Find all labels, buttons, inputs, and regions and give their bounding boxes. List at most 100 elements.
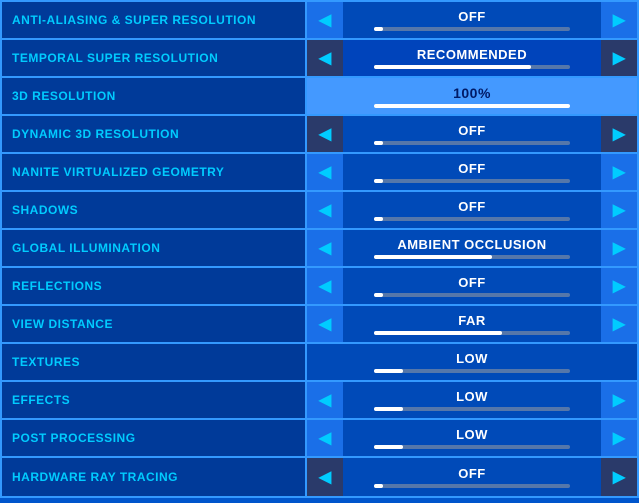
chevron-left-icon: ◀	[319, 124, 331, 144]
value-text-post-processing: LOW	[456, 427, 488, 442]
setting-label-global-illumination: GLOBAL ILLUMINATION	[2, 230, 307, 266]
arrow-right-hardware-ray-tracing[interactable]: ▶	[601, 458, 637, 496]
setting-control-nanite: ◀ OFF ▶	[307, 154, 637, 190]
chevron-right-icon: ▶	[613, 276, 625, 296]
value-area-3d-resolution: 100%	[343, 81, 601, 112]
value-text-dynamic-3d-resolution: OFF	[458, 123, 486, 138]
arrow-left-view-distance[interactable]: ◀	[307, 306, 343, 342]
arrow-left-shadows[interactable]: ◀	[307, 192, 343, 228]
chevron-left-icon: ◀	[319, 238, 331, 258]
setting-label-post-processing: POST PROCESSING	[2, 420, 307, 456]
setting-row-3d-resolution: 3D RESOLUTION 100%	[2, 78, 637, 116]
chevron-left-icon: ◀	[319, 428, 331, 448]
setting-row-post-processing: POST PROCESSING ◀ LOW ▶	[2, 420, 637, 458]
setting-control-dynamic-3d-resolution: ◀ OFF ▶	[307, 116, 637, 152]
arrow-left-hardware-ray-tracing[interactable]: ◀	[307, 458, 343, 496]
chevron-right-icon: ▶	[613, 314, 625, 334]
value-text-nanite: OFF	[458, 161, 486, 176]
chevron-left-icon: ◀	[319, 162, 331, 182]
value-bar-fill-textures	[374, 369, 404, 373]
setting-row-global-illumination: GLOBAL ILLUMINATION◀AMBIENT OCCLUSION▶	[2, 230, 637, 268]
value-bar-shadows	[374, 217, 571, 221]
arrow-left-global-illumination[interactable]: ◀	[307, 230, 343, 266]
arrow-right-dynamic-3d-resolution[interactable]: ▶	[601, 116, 637, 152]
arrow-right-anti-aliasing[interactable]: ▶	[601, 2, 637, 38]
setting-row-anti-aliasing: ANTI-ALIASING & SUPER RESOLUTION◀OFF▶	[2, 2, 637, 40]
chevron-right-icon: ▶	[613, 467, 625, 487]
chevron-right-icon: ▶	[613, 390, 625, 410]
arrow-left-dynamic-3d-resolution[interactable]: ◀	[307, 116, 343, 152]
value-area-reflections: OFF	[343, 271, 601, 301]
value-area-textures: LOW	[343, 347, 601, 377]
value-text-view-distance: FAR	[458, 313, 486, 328]
arrow-right-view-distance[interactable]: ▶	[601, 306, 637, 342]
value-area-effects: LOW	[343, 385, 601, 415]
arrow-right-nanite[interactable]: ▶	[601, 154, 637, 190]
setting-label-effects: EFFECTS	[2, 382, 307, 418]
value-bar-fill-effects	[374, 407, 404, 411]
arrow-right-global-illumination[interactable]: ▶	[601, 230, 637, 266]
arrow-left-anti-aliasing[interactable]: ◀	[307, 2, 343, 38]
arrow-right-effects[interactable]: ▶	[601, 382, 637, 418]
setting-label-textures: TEXTURES	[2, 344, 307, 380]
chevron-left-icon: ◀	[319, 467, 331, 487]
arrow-right-post-processing[interactable]: ▶	[601, 420, 637, 456]
setting-row-effects: EFFECTS ◀ LOW ▶	[2, 382, 637, 420]
setting-label-shadows: SHADOWS	[2, 192, 307, 228]
setting-control-textures: LOW	[307, 344, 637, 380]
arrow-right-temporal-super-resolution[interactable]: ▶	[601, 40, 637, 76]
arrow-left-nanite[interactable]: ◀	[307, 154, 343, 190]
value-bar-anti-aliasing	[374, 27, 571, 31]
setting-control-anti-aliasing: ◀OFF▶	[307, 2, 637, 38]
setting-control-shadows: ◀ OFF ▶	[307, 192, 637, 228]
value-bar-fill-view-distance	[374, 331, 502, 335]
setting-label-hardware-ray-tracing: HARDWARE RAY TRACING	[2, 458, 307, 496]
value-bar-fill-shadows	[374, 217, 384, 221]
value-bar-nanite	[374, 179, 571, 183]
setting-row-shadows: SHADOWS◀ OFF ▶	[2, 192, 637, 230]
value-bar-fill-reflections	[374, 293, 384, 297]
setting-control-3d-resolution: 100%	[307, 78, 637, 114]
value-bar-fill-hardware-ray-tracing	[374, 484, 384, 488]
setting-control-global-illumination: ◀AMBIENT OCCLUSION▶	[307, 230, 637, 266]
arrow-right-shadows[interactable]: ▶	[601, 192, 637, 228]
arrow-right-reflections[interactable]: ▶	[601, 268, 637, 304]
value-bar-post-processing	[374, 445, 571, 449]
setting-row-temporal-super-resolution: TEMPORAL SUPER RESOLUTION ◀ RECOMMENDED ▶	[2, 40, 637, 78]
chevron-right-icon: ▶	[613, 48, 625, 68]
value-text-reflections: OFF	[458, 275, 486, 290]
arrow-left-reflections[interactable]: ◀	[307, 268, 343, 304]
setting-control-hardware-ray-tracing: ◀ OFF ▶	[307, 458, 637, 496]
value-text-shadows: OFF	[458, 199, 486, 214]
arrow-left-effects[interactable]: ◀	[307, 382, 343, 418]
setting-label-3d-resolution: 3D RESOLUTION	[2, 78, 307, 114]
value-area-anti-aliasing: OFF	[343, 5, 601, 35]
value-bar-fill-temporal-super-resolution	[374, 65, 531, 69]
setting-control-temporal-super-resolution: ◀ RECOMMENDED ▶	[307, 40, 637, 76]
value-bar-view-distance	[374, 331, 571, 335]
chevron-right-icon: ▶	[613, 162, 625, 182]
chevron-right-icon: ▶	[613, 428, 625, 448]
value-area-shadows: OFF	[343, 195, 601, 225]
setting-label-temporal-super-resolution: TEMPORAL SUPER RESOLUTION	[2, 40, 307, 76]
arrow-left-temporal-super-resolution[interactable]: ◀	[307, 40, 343, 76]
value-area-nanite: OFF	[343, 157, 601, 187]
setting-row-textures: TEXTURES LOW	[2, 344, 637, 382]
chevron-left-icon: ◀	[319, 276, 331, 296]
value-text-textures: LOW	[456, 351, 488, 366]
setting-control-post-processing: ◀ LOW ▶	[307, 420, 637, 456]
chevron-right-icon: ▶	[613, 238, 625, 258]
value-text-hardware-ray-tracing: OFF	[458, 466, 486, 481]
value-area-dynamic-3d-resolution: OFF	[343, 119, 601, 149]
value-bar-textures	[374, 369, 571, 373]
chevron-left-icon: ◀	[319, 48, 331, 68]
setting-row-dynamic-3d-resolution: DYNAMIC 3D RESOLUTION ◀ OFF ▶	[2, 116, 637, 154]
setting-label-reflections: REFLECTIONS	[2, 268, 307, 304]
chevron-left-icon: ◀	[319, 390, 331, 410]
setting-row-reflections: REFLECTIONS ◀ OFF ▶	[2, 268, 637, 306]
setting-label-dynamic-3d-resolution: DYNAMIC 3D RESOLUTION	[2, 116, 307, 152]
value-area-temporal-super-resolution: RECOMMENDED	[343, 43, 601, 73]
value-text-temporal-super-resolution: RECOMMENDED	[417, 47, 527, 62]
arrow-left-post-processing[interactable]: ◀	[307, 420, 343, 456]
value-text-effects: LOW	[456, 389, 488, 404]
